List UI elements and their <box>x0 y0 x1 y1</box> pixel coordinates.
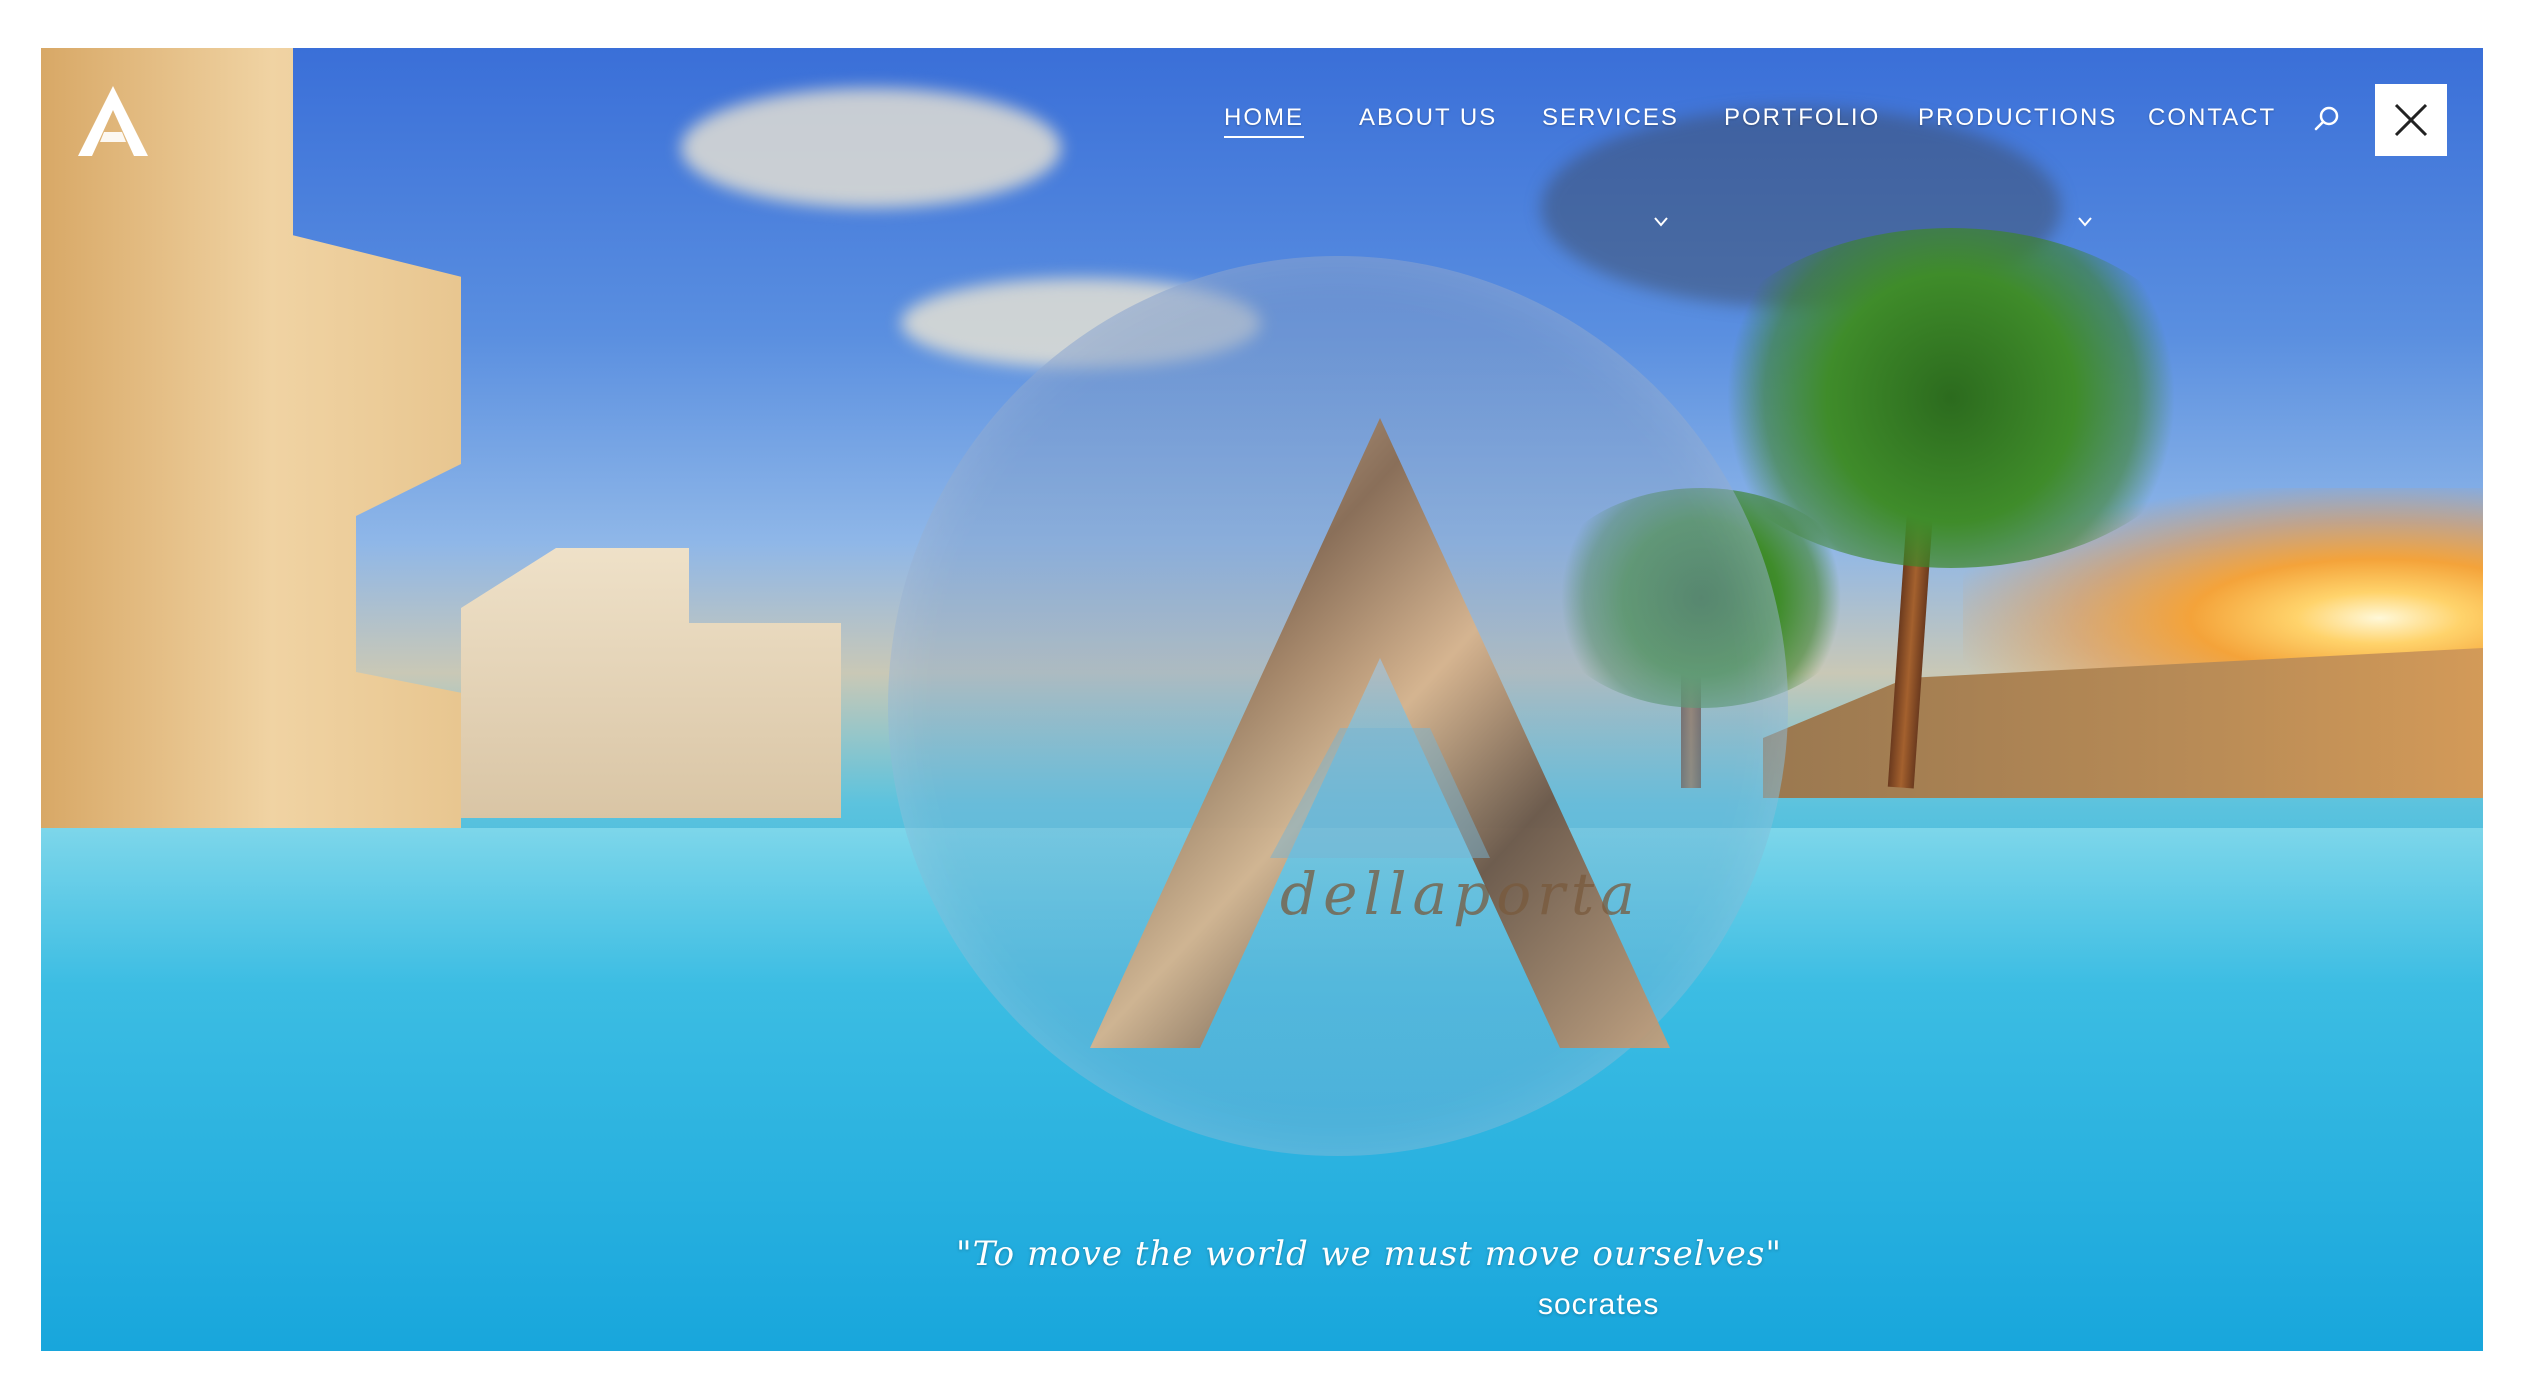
main-navigation: HOME ABOUT US SERVICES PORTFOLIO PRODUCT… <box>0 104 2526 227</box>
nav-item-portfolio[interactable]: PORTFOLIO <box>1724 104 1880 132</box>
brand-signature: dellaporta <box>1280 860 1641 928</box>
quote-author: socrates <box>1538 1288 1660 1321</box>
nav-item-about-us[interactable]: ABOUT US <box>1359 104 1497 132</box>
nav-item-contact[interactable]: CONTACT <box>2148 104 2276 132</box>
close-icon <box>2394 103 2428 137</box>
building <box>461 548 841 818</box>
nav-item-productions[interactable]: PRODUCTIONS <box>1918 104 2117 132</box>
chevron-down-icon[interactable] <box>1654 212 1668 231</box>
hero-quote: "To move the world we must move ourselve… <box>956 1234 1782 1274</box>
nav-item-services[interactable]: SERVICES <box>1542 104 1679 132</box>
large-a-logo-icon <box>1090 418 1670 1048</box>
search-icon[interactable] <box>2312 104 2342 134</box>
chevron-down-icon[interactable] <box>2078 212 2092 231</box>
stone-wall <box>1763 648 2483 798</box>
close-button[interactable] <box>2375 84 2447 156</box>
nav-item-home[interactable]: HOME <box>1224 104 1304 138</box>
